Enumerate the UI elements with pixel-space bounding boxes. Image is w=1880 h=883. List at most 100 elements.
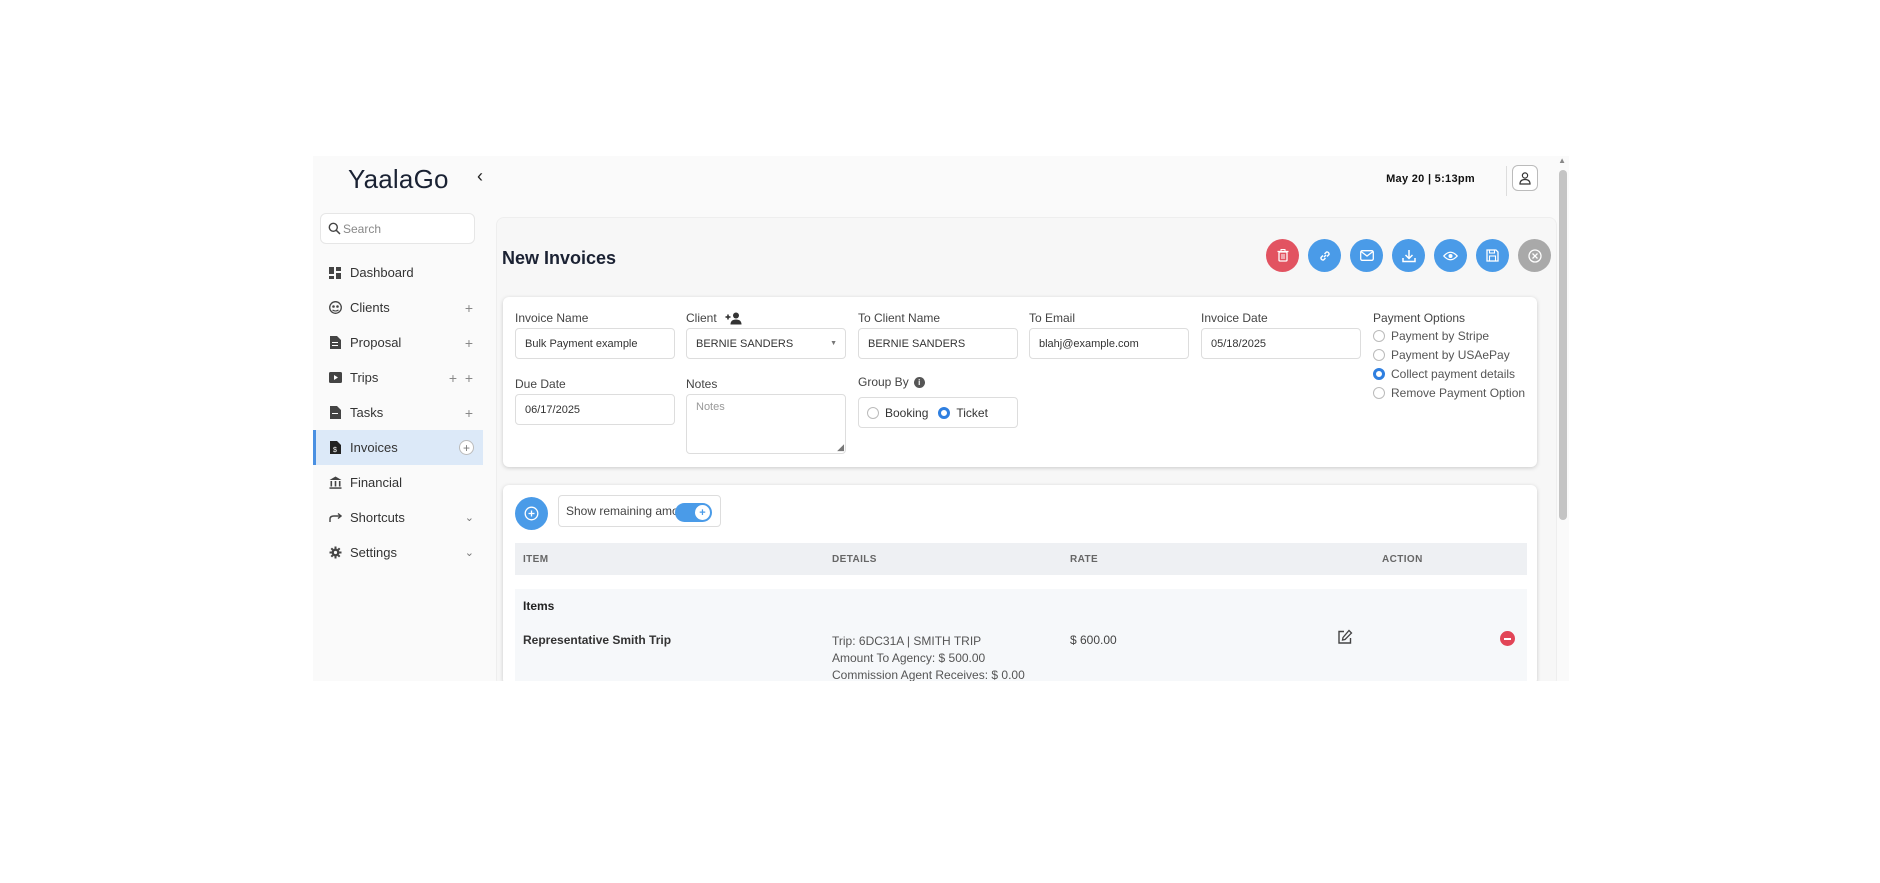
column-action: ACTION <box>1382 554 1423 565</box>
user-profile-button[interactable] <box>1512 165 1538 191</box>
preview-button[interactable] <box>1434 239 1467 272</box>
radio-selected-icon[interactable] <box>938 406 951 419</box>
chevron-down-icon[interactable]: ⌄ <box>465 511 474 524</box>
add-item-button[interactable] <box>515 497 548 530</box>
due-date-input[interactable]: 06/17/2025 <box>515 394 675 425</box>
column-item: ITEM <box>523 554 549 565</box>
mail-icon <box>1359 250 1374 261</box>
remove-item-icon[interactable] <box>1500 631 1515 646</box>
show-remaining-switch[interactable]: + <box>675 503 712 522</box>
add-proposal-icon[interactable]: + <box>465 335 473 351</box>
eye-icon <box>1443 251 1458 260</box>
sidebar-item-proposal[interactable]: Proposal + <box>313 325 483 360</box>
download-icon <box>1401 249 1416 262</box>
proposal-icon <box>328 336 342 350</box>
sidebar-nav: Dashboard Clients + Proposal + Trips + +… <box>313 255 483 570</box>
collapse-sidebar-icon[interactable]: ‹ <box>477 166 483 187</box>
to-client-name-input[interactable]: BERNIE SANDERS <box>858 328 1018 359</box>
scrollbar-thumb[interactable] <box>1559 170 1567 520</box>
sidebar-item-financial[interactable]: Financial <box>313 465 483 500</box>
payment-options-label: Payment Options <box>1373 311 1466 325</box>
app-logo[interactable]: YaalaGo <box>348 164 449 195</box>
add-trip-icon[interactable]: + <box>449 370 457 386</box>
dashboard-icon <box>328 266 342 280</box>
payment-option-collect[interactable]: Collect payment details <box>1373 367 1515 381</box>
payment-option-remove[interactable]: Remove Payment Option <box>1373 386 1525 400</box>
notes-label: Notes <box>686 377 718 391</box>
sidebar-item-shortcuts[interactable]: Shortcuts ⌄ <box>313 500 483 535</box>
copy-link-button[interactable] <box>1308 239 1341 272</box>
add-client-icon[interactable]: + <box>465 300 473 316</box>
add-invoice-icon[interactable]: + <box>459 440 474 455</box>
group-by-booking[interactable]: Booking <box>885 406 928 420</box>
notes-placeholder: Notes <box>696 401 725 413</box>
tasks-icon <box>328 406 342 420</box>
client-select[interactable]: BERNIE SANDERS ▼ <box>686 328 846 359</box>
search-input[interactable]: Search <box>320 213 475 244</box>
info-icon[interactable]: i <box>913 376 925 388</box>
bank-icon <box>328 476 342 490</box>
sidebar-item-invoices[interactable]: $ Invoices + <box>313 430 483 465</box>
download-button[interactable] <box>1392 239 1425 272</box>
add-trip-alt-icon[interactable]: + <box>465 370 473 386</box>
payment-option-label: Remove Payment Option <box>1391 386 1526 400</box>
sidebar-item-label: Settings <box>350 545 397 560</box>
sidebar-item-trips[interactable]: Trips + + <box>313 360 483 395</box>
close-button[interactable] <box>1518 239 1551 272</box>
column-details: DETAILS <box>832 554 877 565</box>
group-title: Items <box>523 599 555 613</box>
chevron-down-icon[interactable]: ⌄ <box>465 546 474 559</box>
radio-icon[interactable] <box>867 406 879 419</box>
sidebar-item-dashboard[interactable]: Dashboard <box>313 255 483 290</box>
action-toolbar <box>1266 239 1551 272</box>
main-content: New Invoices Invoice Name Bulk Payment e… <box>496 217 1557 681</box>
email-button[interactable] <box>1350 239 1383 272</box>
save-icon <box>1486 249 1499 262</box>
scroll-up-icon[interactable]: ▲ <box>1558 156 1566 165</box>
sidebar-item-label: Financial <box>350 475 403 490</box>
payment-option-usaepay[interactable]: Payment by USAePay <box>1373 348 1510 362</box>
radio-icon <box>1373 349 1385 361</box>
datetime: May 20 | 5:13pm <box>1386 173 1475 185</box>
save-button[interactable] <box>1476 239 1509 272</box>
invoice-date-label: Invoice Date <box>1201 311 1268 325</box>
close-icon <box>1527 248 1542 263</box>
group-by-options: Booking Ticket <box>858 397 1018 428</box>
column-rate: RATE <box>1070 554 1099 565</box>
row-item-name: Representative Smith Trip <box>523 633 672 647</box>
delete-button[interactable] <box>1266 239 1299 272</box>
add-user-icon[interactable] <box>725 312 743 325</box>
sidebar-item-label: Trips <box>350 370 379 385</box>
gear-icon <box>328 546 342 560</box>
invoice-form: Invoice Name Bulk Payment example Client… <box>503 297 1537 467</box>
client-select-value: BERNIE SANDERS <box>696 337 794 350</box>
invoice-date-input[interactable]: 05/18/2025 <box>1201 328 1361 359</box>
sidebar-item-tasks[interactable]: Tasks + <box>313 395 483 430</box>
check-icon: + <box>695 505 710 520</box>
trips-icon <box>328 371 342 385</box>
due-date-label: Due Date <box>515 377 566 391</box>
radio-icon <box>1373 330 1385 342</box>
notes-textarea[interactable]: Notes ◢ <box>686 394 846 454</box>
payment-option-stripe[interactable]: Payment by Stripe <box>1373 329 1489 343</box>
sidebar-item-label: Clients <box>350 300 390 315</box>
svg-text:$: $ <box>333 447 337 454</box>
radio-icon <box>1373 387 1385 399</box>
payment-option-label: Payment by USAePay <box>1391 348 1510 362</box>
row-detail-line: Trip: 6DC31A | SMITH TRIP <box>832 634 982 648</box>
items-card: Show remaining amount + ITEM DETAILS RAT… <box>503 485 1537 681</box>
add-task-icon[interactable]: + <box>465 405 473 421</box>
row-detail-line: Amount To Agency: $ 500.00 <box>832 651 986 665</box>
resize-handle-icon[interactable]: ◢ <box>837 442 844 453</box>
edit-icon[interactable] <box>1337 629 1353 650</box>
sidebar-item-settings[interactable]: Settings ⌄ <box>313 535 483 570</box>
row-detail-line: Commission Agent Receives: $ 0.00 <box>832 668 1025 681</box>
scrollbar[interactable]: ▲ <box>1557 156 1569 681</box>
to-email-input[interactable]: blahj@example.com <box>1029 328 1189 359</box>
to-email-label: To Email <box>1029 311 1076 325</box>
group-by-ticket[interactable]: Ticket <box>956 406 988 420</box>
invoice-name-input[interactable]: Bulk Payment example <box>515 328 675 359</box>
divider <box>1506 166 1507 196</box>
show-remaining-toggle-box: Show remaining amount + <box>558 495 721 527</box>
sidebar-item-clients[interactable]: Clients + <box>313 290 483 325</box>
